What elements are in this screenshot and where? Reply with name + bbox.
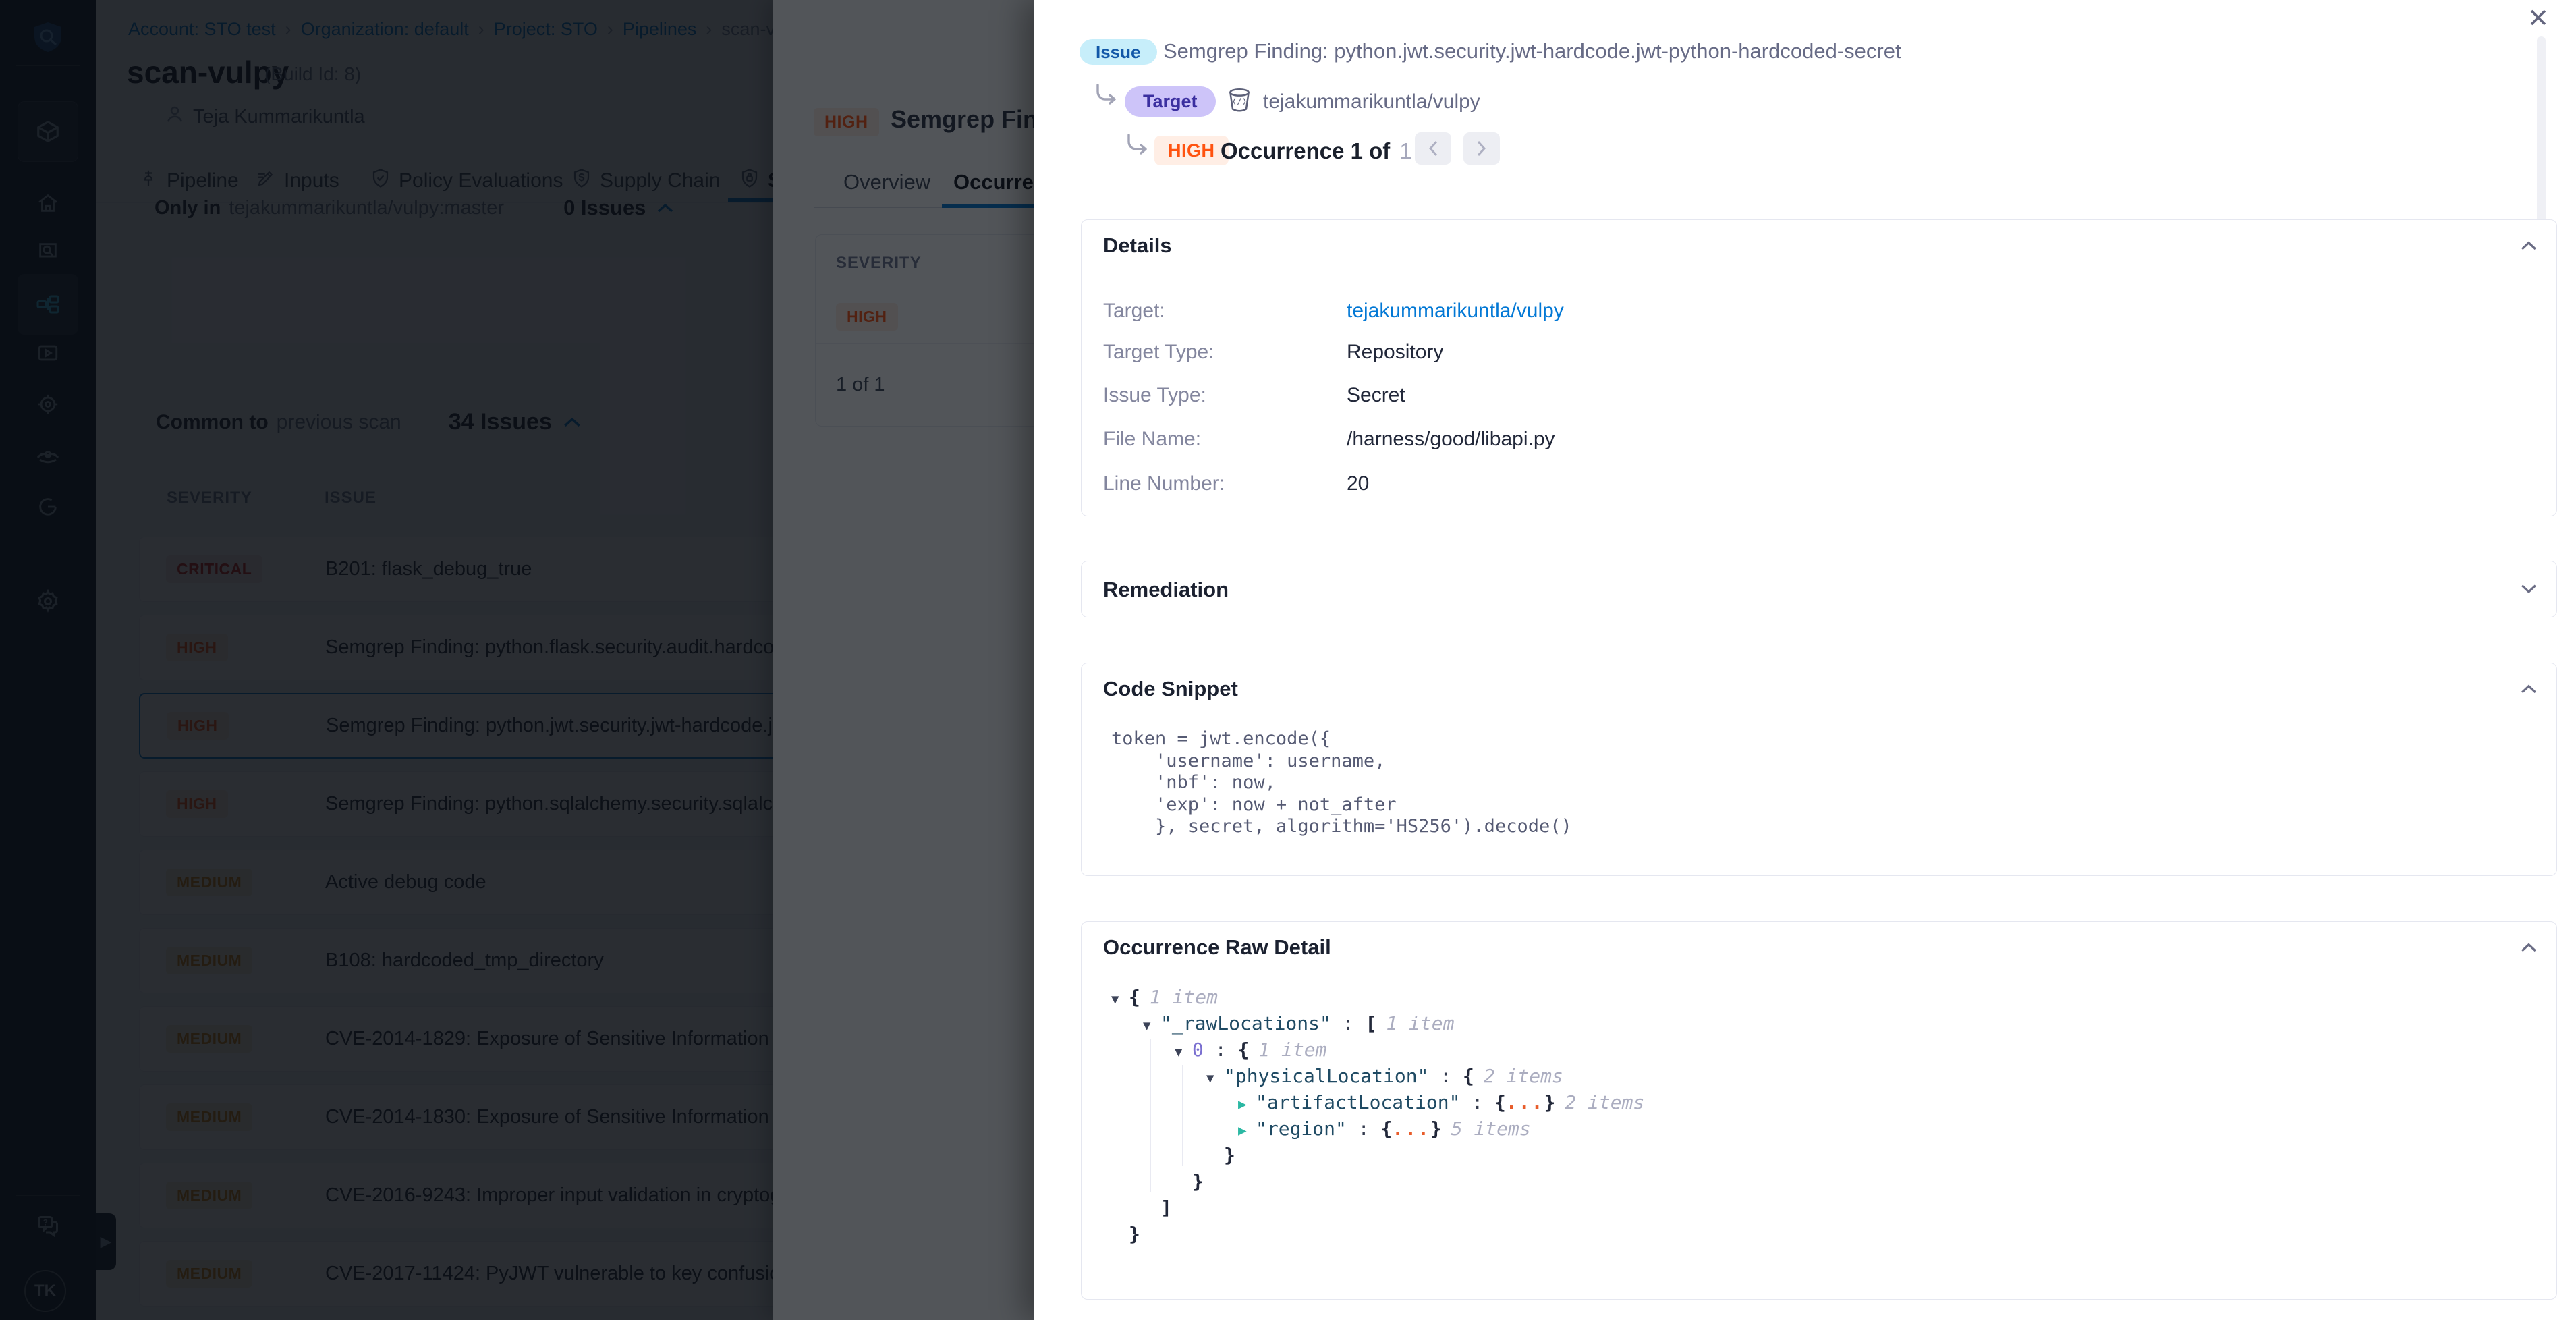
json-dots: ... [1392, 1118, 1430, 1140]
chevron-up-icon[interactable] [2520, 240, 2538, 254]
json-brace: } [1129, 1223, 1140, 1245]
detail-row: Target:tejakummarikuntla/vulpy [1103, 300, 1165, 323]
repository-icon: ❬/❭ [1225, 86, 1254, 118]
json-brace: { [1129, 986, 1140, 1008]
json-punct: : [1204, 1039, 1238, 1061]
raw-detail-heading: Occurrence Raw Detail [1103, 935, 1331, 960]
json-meta: 1 item [1150, 986, 1218, 1008]
issue-type-badge: Issue [1080, 39, 1157, 65]
return-arrow-icon [1123, 131, 1152, 164]
detail-row: Line Number:20 [1103, 472, 1225, 495]
target-badge: Target [1125, 86, 1216, 117]
detail-value: Secret [1347, 384, 1405, 407]
json-tree: ▼{1 item▼"_rawLocations" : [1 item▼0 : {… [1096, 984, 2513, 1247]
remediation-heading: Remediation [1103, 578, 1229, 602]
json-tree-row: } [1096, 1221, 2513, 1247]
json-index: 0 [1192, 1039, 1204, 1061]
chevron-up-icon[interactable] [2520, 684, 2538, 698]
expand-icon[interactable]: ▶ [1238, 1118, 1256, 1144]
detail-value: 20 [1347, 472, 1369, 495]
json-brace: } [1224, 1144, 1235, 1166]
collapse-icon[interactable]: ▼ [1175, 1039, 1192, 1066]
occurrence-total: 1 [1399, 138, 1411, 163]
json-punct: : [1347, 1118, 1381, 1140]
return-arrow-icon [1092, 81, 1121, 114]
details-card: Details Target:tejakummarikuntla/vulpyTa… [1081, 219, 2557, 516]
svg-text:❬/❭: ❬/❭ [1232, 96, 1248, 106]
detail-row: File Name:/harness/good/libapi.py [1103, 428, 1201, 451]
detail-value-link[interactable]: tejakummarikuntla/vulpy [1347, 300, 1564, 323]
prev-occurrence-button[interactable] [1415, 132, 1451, 165]
detail-label: Target: [1103, 300, 1165, 322]
json-tree-row: } [1096, 1142, 2513, 1168]
json-brace: } [1430, 1118, 1442, 1140]
json-punct: : [1331, 1012, 1366, 1035]
json-tree-row: ▶"region" : {...} 5 items [1096, 1116, 2513, 1142]
remediation-card: Remediation [1081, 561, 2557, 617]
json-brace: { [1494, 1091, 1506, 1113]
json-brace: { [1237, 1039, 1249, 1061]
detail-label: Target Type: [1103, 341, 1214, 363]
occurrence-title: Semgrep Finding: python.jwt.security.jwt… [1163, 39, 2486, 63]
json-tree-row: ] [1096, 1194, 2513, 1221]
json-meta: 2 items [1484, 1065, 1563, 1087]
occurrence-severity-badge: HIGH [1154, 136, 1229, 165]
indent-spacer [1143, 1197, 1160, 1223]
screen: ?TK ▶ Account: STO test›Organization: de… [0, 0, 2576, 1320]
detail-label: Issue Type: [1103, 384, 1206, 406]
json-punct: : [1428, 1065, 1463, 1087]
json-tree-row: ▼0 : {1 item [1096, 1037, 2513, 1063]
expand-icon[interactable]: ▶ [1238, 1091, 1256, 1118]
json-tree-row: ▶"artifactLocation" : {...} 2 items [1096, 1089, 2513, 1116]
json-brace: } [1192, 1170, 1204, 1192]
collapse-icon[interactable]: ▼ [1111, 987, 1129, 1013]
json-punct: : [1460, 1091, 1494, 1113]
code-snippet-heading: Code Snippet [1103, 677, 1238, 701]
code-snippet-text: token = jwt.encode({ 'username': usernam… [1111, 728, 1572, 838]
occurrence-label: Occurrence 1 of [1221, 138, 1390, 163]
close-icon[interactable] [2523, 3, 2553, 32]
detail-row: Issue Type:Secret [1103, 384, 1206, 407]
details-heading: Details [1103, 233, 1172, 258]
json-key: "physicalLocation" [1224, 1065, 1428, 1087]
collapse-icon[interactable]: ▼ [1206, 1066, 1224, 1092]
indent-spacer [1111, 1223, 1129, 1250]
occurrence-detail-drawer: Issue Semgrep Finding: python.jwt.securi… [1034, 0, 2576, 1320]
occurrence-pagination: Occurrence 1 of 1 [1221, 138, 1412, 164]
json-tree-row: ▼"physicalLocation" : {2 items [1096, 1063, 2513, 1089]
code-snippet-card: Code Snippet token = jwt.encode({ 'usern… [1081, 663, 2557, 876]
detail-value: /harness/good/libapi.py [1347, 428, 1555, 451]
detail-value: Repository [1347, 341, 1443, 364]
json-tree-row: ▼{1 item [1096, 984, 2513, 1010]
chevron-up-icon[interactable] [2520, 942, 2538, 956]
json-tree-row: ▼"_rawLocations" : [1 item [1096, 1010, 2513, 1037]
json-brace: ] [1160, 1197, 1172, 1219]
json-key: "region" [1256, 1118, 1347, 1140]
indent-spacer [1175, 1171, 1192, 1197]
json-brace: } [1544, 1091, 1555, 1113]
detail-row: Target Type:Repository [1103, 341, 1214, 364]
json-brace: [ [1365, 1012, 1376, 1035]
json-meta: 5 items [1451, 1118, 1531, 1140]
json-key: "_rawLocations" [1160, 1012, 1331, 1035]
json-brace: { [1380, 1118, 1392, 1140]
next-occurrence-button[interactable] [1463, 132, 1500, 165]
json-brace: { [1463, 1065, 1474, 1087]
json-dots: ... [1506, 1091, 1544, 1113]
detail-label: Line Number: [1103, 472, 1225, 495]
json-meta: 1 item [1258, 1039, 1326, 1061]
raw-detail-card: Occurrence Raw Detail ▼{1 item▼"_rawLoca… [1081, 921, 2557, 1300]
target-name: tejakummarikuntla/vulpy [1263, 90, 1480, 113]
json-meta: 2 items [1565, 1091, 1644, 1113]
indent-spacer [1206, 1145, 1224, 1171]
json-meta: 1 item [1386, 1012, 1454, 1035]
detail-label: File Name: [1103, 428, 1201, 450]
collapse-icon[interactable]: ▼ [1143, 1013, 1160, 1039]
json-key: "artifactLocation" [1256, 1091, 1460, 1113]
chevron-down-icon[interactable] [2520, 583, 2538, 597]
json-tree-row: } [1096, 1168, 2513, 1194]
scrollbar-thumb[interactable] [2537, 36, 2546, 239]
